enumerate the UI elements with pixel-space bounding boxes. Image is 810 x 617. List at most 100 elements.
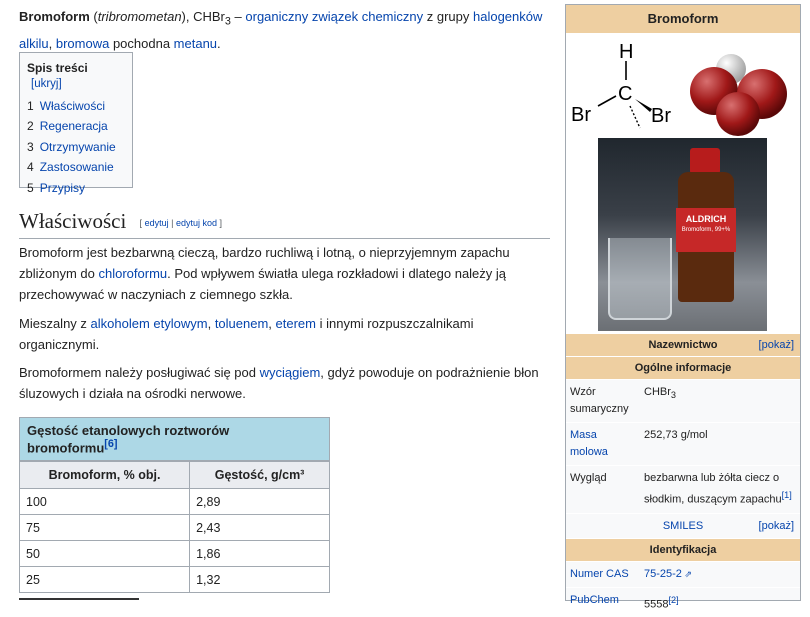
- edit-link[interactable]: edytuj: [145, 218, 169, 228]
- appearance-text: bezbarwna lub żółta ciecz o słodkim, dus…: [644, 472, 782, 506]
- toc-num: 4: [27, 160, 34, 175]
- pubchem-value: 5558: [644, 598, 669, 611]
- space-filling-model-image[interactable]: [686, 36, 796, 136]
- wedge-bond: [635, 99, 652, 112]
- atom-c: C: [618, 83, 632, 105]
- article-title-bold: Bromoform: [19, 9, 90, 24]
- toc-num: 1: [27, 99, 34, 113]
- atom-h: H: [619, 41, 633, 63]
- smiles-link[interactable]: SMILES: [663, 520, 703, 532]
- toc-item[interactable]: 1 Właściwości: [27, 96, 125, 116]
- section-heading-text: Właściwości: [19, 209, 127, 233]
- density-table-caption: Gęstość etanolowych roztworów bromoformu…: [19, 417, 330, 462]
- reference-link[interactable]: [2]: [668, 595, 678, 605]
- toc-item[interactable]: 2 Regeneracja: [27, 116, 125, 136]
- table-row: 50 1,86: [18, 540, 330, 568]
- table-cell: 2,89: [189, 488, 330, 516]
- edit-code-link[interactable]: edytuj kod: [176, 218, 217, 228]
- cas-link[interactable]: Numer CAS: [570, 568, 629, 580]
- hashed-bond: [629, 105, 641, 129]
- lead-text: ,: [48, 35, 56, 51]
- section-title: Nazewnictwo: [648, 339, 718, 351]
- link-bromine[interactable]: bromowa: [56, 36, 109, 51]
- beaker-shape: [608, 238, 672, 320]
- bottle-photo[interactable]: ALDRICH Bromoform, 99+%: [598, 138, 767, 331]
- table-cell: 25: [18, 566, 191, 594]
- row-value: 252,73 g/mol: [644, 429, 708, 441]
- lead-paragraph: Bromoform (tribromometan), CHBr3 – organ…: [19, 9, 543, 51]
- table-cell: 2,43: [189, 514, 330, 542]
- toc-toggle-link[interactable]: [ukryj]: [31, 78, 62, 90]
- bracket-close: ]: [216, 218, 222, 229]
- show-toggle[interactable]: [pokaż]: [759, 514, 794, 538]
- link-fume-hood[interactable]: wyciągiem: [260, 365, 321, 380]
- reference-link[interactable]: [1]: [782, 490, 792, 500]
- bottle-label: ALDRICH Bromoform, 99+%: [676, 208, 736, 252]
- structural-formula-image[interactable]: H C Br Br Br: [568, 36, 678, 136]
- lead-text: pochodna: [109, 35, 174, 51]
- toc-link[interactable]: Otrzymywanie: [40, 140, 116, 154]
- table-of-contents: Spis treści [ukryj] 1 Właściwości 2 Regene…: [19, 52, 133, 195]
- infobox-row-molar-mass: Masa molowa 252,73 g/mol: [566, 422, 800, 465]
- link-chloroform[interactable]: chloroformu: [98, 266, 167, 281]
- edit-separator: |: [168, 218, 176, 229]
- density-table: Gęstość etanolowych roztworów bromoformu…: [18, 417, 330, 594]
- toc-link[interactable]: Właściwości: [40, 99, 105, 113]
- table-cell: 1,32: [189, 566, 330, 594]
- atom-br: Br: [571, 104, 591, 126]
- para-text: Mieszalny z: [19, 316, 91, 331]
- bond-line: [597, 95, 617, 107]
- section-nazewnictwo: Nazewnictwo [pokaż]: [566, 333, 800, 356]
- toc-link[interactable]: Zastosowanie: [40, 160, 114, 174]
- table-row: 75 2,43: [18, 514, 330, 542]
- table-cell: 1,86: [189, 540, 330, 568]
- show-toggle[interactable]: [pokaż]: [759, 334, 794, 356]
- row-label: Wygląd: [570, 472, 607, 484]
- para-text: ,: [207, 316, 215, 331]
- toc-link[interactable]: Przypisy: [40, 181, 85, 195]
- toc-item[interactable]: 5 Przypisy: [27, 178, 125, 198]
- molar-mass-link[interactable]: Masa molowa: [570, 429, 608, 458]
- formula: CHBr: [193, 9, 225, 24]
- link-organic-compound[interactable]: organiczny związek chemiczny: [245, 9, 423, 24]
- reference-link[interactable]: [6]: [104, 438, 117, 450]
- pubchem-link[interactable]: PubChem: [570, 594, 619, 606]
- toc-num: 5: [27, 180, 34, 195]
- toc-link[interactable]: Regeneracja: [40, 119, 108, 133]
- table-cell: 100: [18, 488, 191, 516]
- bottle-brand: ALDRICH: [685, 214, 727, 224]
- infobox-row-formula: Wzór sumaryczny CHBr3: [566, 379, 800, 422]
- bottle-cap: [690, 148, 720, 174]
- link-toluene[interactable]: toluenem: [215, 316, 268, 331]
- toc-item[interactable]: 3 Otrzymywanie: [27, 137, 125, 157]
- paragraph-properties-2: Mieszalny z alkoholem etylowym, toluenem…: [19, 313, 551, 355]
- para-text: ,: [268, 316, 276, 331]
- row-value: CHBr3: [640, 380, 800, 422]
- infobox-title: Bromoform: [566, 5, 800, 33]
- toc-num: 2: [27, 119, 34, 134]
- cas-value-link[interactable]: 75-25-2: [644, 568, 682, 580]
- infobox-row-pubchem: PubChem 5558[2]: [566, 586, 800, 617]
- link-methane[interactable]: metanu: [174, 36, 217, 51]
- atom-br: Br: [636, 133, 656, 136]
- formula-value: CHBr: [644, 386, 671, 398]
- atom-br: Br: [651, 105, 671, 127]
- section-heading: Właściwości [ edytuj | edytuj kod ]: [19, 209, 550, 239]
- lead-text: z grupy: [423, 9, 473, 24]
- section-identyfikacja: Identyfikacja: [566, 537, 800, 561]
- paragraph-properties-3: Bromoformem należy posługiwać się pod wy…: [19, 362, 551, 404]
- infobox: Bromoform H C Br Br Br: [565, 4, 801, 610]
- table-row: 25 1,32: [18, 566, 330, 594]
- toc-list: 1 Właściwości 2 Regeneracja 3 Otrzymywanie …: [27, 96, 125, 198]
- section-ogolne: Ogólne informacje: [566, 356, 800, 379]
- table-header-row: Bromoform, % obj. Gęstość, g/cm³: [18, 461, 330, 490]
- toc-num: 3: [27, 139, 34, 154]
- caption-text: Gęstość etanolowych roztworów bromoformu: [27, 423, 230, 456]
- link-ether[interactable]: eterem: [276, 316, 316, 331]
- external-link-icon: ⇗: [681, 568, 692, 579]
- infobox-row-appearance: Wygląd bezbarwna lub żółta ciecz o słodk…: [566, 465, 800, 513]
- table-row: 100 2,89: [18, 488, 330, 516]
- link-ethanol[interactable]: alkoholem etylowym: [91, 316, 208, 331]
- paragraph-properties-1: Bromoform jest bezbarwną cieczą, bardzo …: [19, 242, 551, 305]
- toc-item[interactable]: 4 Zastosowanie: [27, 157, 125, 177]
